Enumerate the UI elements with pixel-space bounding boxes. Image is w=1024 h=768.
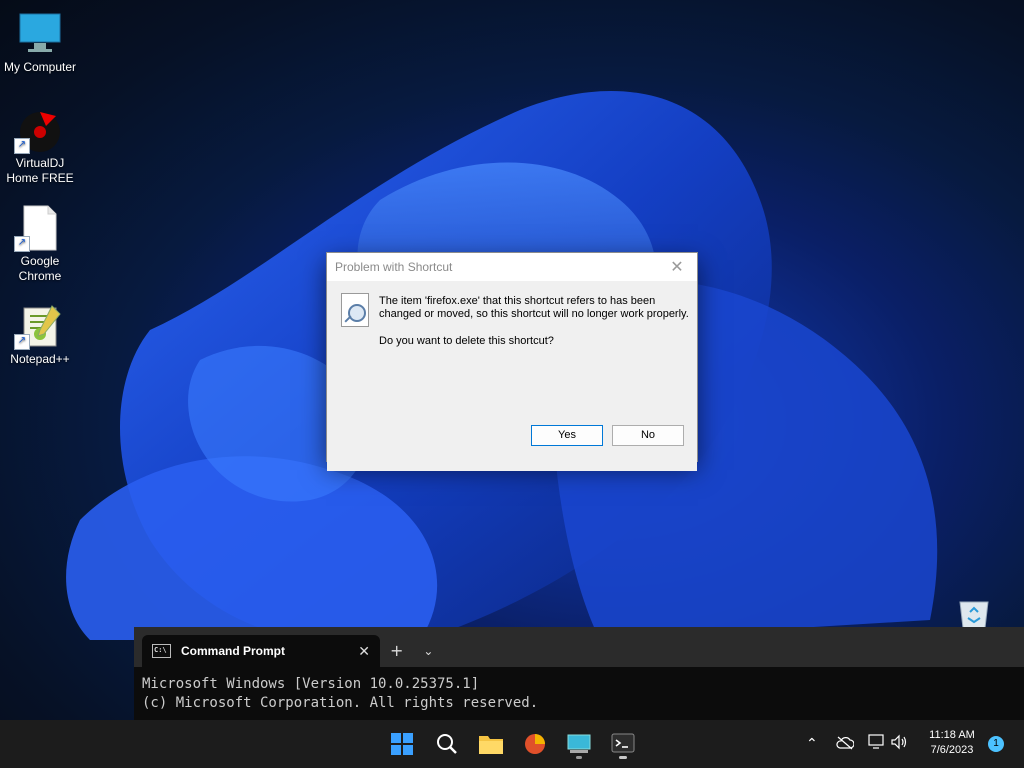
magnifier-document-icon bbox=[341, 293, 369, 327]
blank-file-icon: ↗ bbox=[14, 204, 64, 252]
desktop-icon-label: VirtualDJ Home FREE bbox=[6, 156, 74, 185]
cloud-offline-icon[interactable] bbox=[836, 735, 855, 754]
dialog-body: The item 'firefox.exe' that this shortcu… bbox=[327, 281, 697, 471]
no-button[interactable]: No bbox=[612, 425, 684, 446]
clock-date: 7/6/2023 bbox=[930, 744, 974, 756]
dialog-titlebar[interactable]: Problem with Shortcut ✕ bbox=[327, 253, 697, 281]
close-icon[interactable]: ✕ bbox=[358, 643, 370, 660]
start-button[interactable] bbox=[386, 728, 418, 760]
shortcut-arrow-icon: ↗ bbox=[14, 334, 30, 350]
terminal-tabbar: C:\ Command Prompt ✕ + ⌄ bbox=[134, 627, 1024, 667]
dialog-message: The item 'firefox.exe' that this shortcu… bbox=[379, 295, 689, 321]
close-icon[interactable]: ✕ bbox=[667, 257, 687, 277]
terminal-output[interactable]: Microsoft Windows [Version 10.0.25375.1]… bbox=[134, 667, 1024, 713]
folder-icon bbox=[479, 736, 503, 754]
vinyl-record-icon: ↗ bbox=[14, 106, 64, 154]
taskbar-clock[interactable]: 11:18 AM 7/6/2023 bbox=[914, 728, 990, 758]
chevron-down-icon[interactable]: ⌄ bbox=[413, 635, 443, 667]
search-button[interactable] bbox=[431, 728, 463, 760]
desktop-icon-notepadpp[interactable]: ↗ Notepad++ bbox=[0, 302, 80, 367]
new-tab-button[interactable]: + bbox=[380, 635, 413, 667]
desktop-icon-label: Google Chrome bbox=[18, 254, 62, 283]
desktop-icon-my-computer[interactable]: My Computer bbox=[0, 10, 80, 75]
remote-desktop-button[interactable] bbox=[563, 728, 595, 760]
terminal-icon bbox=[611, 733, 635, 753]
dialog-question: Do you want to delete this shortcut? bbox=[379, 335, 554, 347]
shortcut-arrow-icon: ↗ bbox=[14, 236, 30, 252]
desktop-icon-google-chrome[interactable]: ↗ Google Chrome bbox=[0, 204, 80, 284]
running-indicator bbox=[619, 756, 627, 759]
notepadpp-icon: ↗ bbox=[14, 302, 64, 350]
terminal-line: (c) Microsoft Corporation. All rights re… bbox=[142, 695, 539, 711]
notification-badge[interactable]: 1 bbox=[988, 736, 1004, 752]
yes-button[interactable]: Yes bbox=[531, 425, 603, 446]
chevron-up-icon[interactable]: ⌃ bbox=[806, 736, 818, 752]
desktop-icon-label: My Computer bbox=[3, 60, 77, 74]
app-icon bbox=[525, 734, 545, 754]
dialog-title: Problem with Shortcut bbox=[335, 260, 453, 274]
desktop-icon-virtualdj[interactable]: ↗ VirtualDJ Home FREE bbox=[0, 106, 80, 186]
terminal-window: C:\ Command Prompt ✕ + ⌄ Microsoft Windo… bbox=[134, 627, 1024, 720]
terminal-button[interactable] bbox=[607, 728, 639, 760]
app-button[interactable] bbox=[519, 728, 551, 760]
volume-icon[interactable] bbox=[890, 734, 908, 754]
problem-with-shortcut-dialog: Problem with Shortcut ✕ The item 'firefo… bbox=[326, 252, 698, 471]
shortcut-arrow-icon: ↗ bbox=[14, 138, 30, 154]
file-explorer-button[interactable] bbox=[475, 728, 507, 760]
system-tray: ⌃ bbox=[800, 720, 908, 768]
tab-title: Command Prompt bbox=[181, 644, 286, 658]
recycle-bin-icon[interactable] bbox=[956, 598, 992, 629]
clock-time: 11:18 AM bbox=[929, 729, 975, 741]
terminal-line: Microsoft Windows [Version 10.0.25375.1] bbox=[142, 676, 480, 692]
command-prompt-icon: C:\ bbox=[152, 644, 171, 658]
windows-logo-icon bbox=[391, 733, 413, 755]
search-icon bbox=[437, 734, 457, 754]
monitor-icon bbox=[16, 10, 64, 58]
network-icon[interactable] bbox=[868, 734, 886, 754]
monitor-keyboard-icon bbox=[567, 734, 591, 753]
taskbar: ⌃ 11:18 AM 7/6/2023 bbox=[0, 720, 1024, 768]
running-indicator bbox=[576, 756, 582, 759]
tab-command-prompt[interactable]: C:\ Command Prompt ✕ bbox=[142, 635, 380, 667]
dialog-message-text: The item 'firefox.exe' that this shortcu… bbox=[379, 295, 689, 320]
desktop-icon-label: Notepad++ bbox=[10, 352, 70, 366]
